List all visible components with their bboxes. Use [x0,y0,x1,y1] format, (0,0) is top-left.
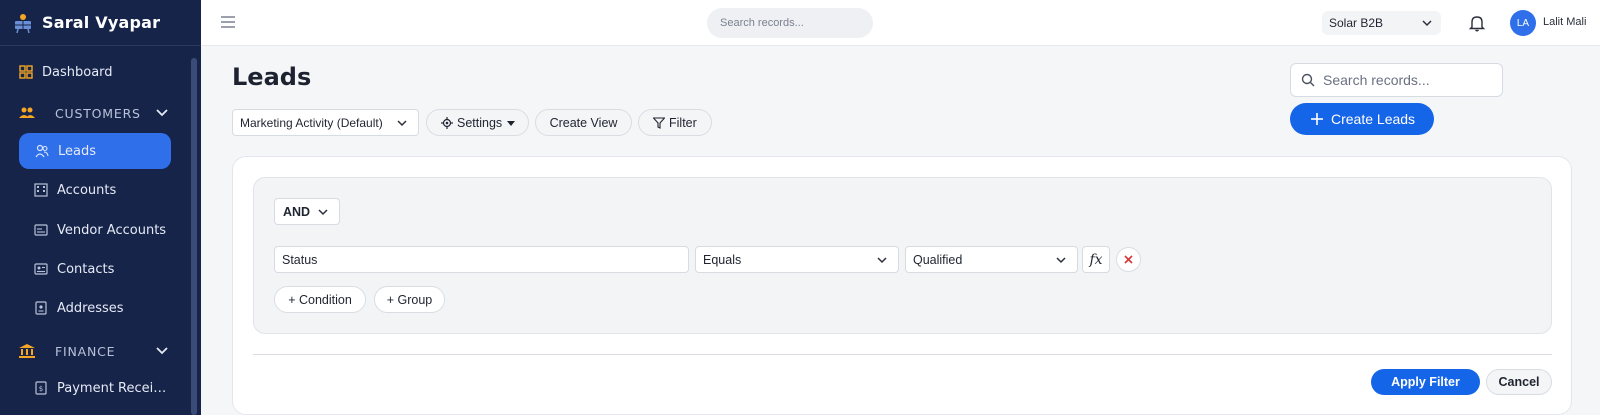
org-select[interactable]: Solar B2B [1322,11,1441,35]
scrollbar-thumb[interactable] [191,58,197,415]
condition-value-select[interactable]: Qualified [905,246,1078,273]
brand-name: Saral Vyapar [42,13,161,32]
cancel-button[interactable]: Cancel [1486,369,1552,395]
sidebar-section-customers[interactable]: CUSTOMERS [19,98,169,128]
receipt-icon: $ [35,381,47,395]
sidebar-section-finance[interactable]: FINANCE [19,336,169,366]
users-icon [35,144,49,158]
close-icon [1124,255,1133,264]
condition-value: Qualified [913,252,963,267]
dashboard-icon [19,65,33,79]
section-label: CUSTOMERS [55,105,141,121]
vendor-card-icon [34,224,48,236]
chevron-down-icon [1056,257,1066,264]
brand-logo-icon [15,13,31,33]
create-leads-button[interactable]: Create Leads [1290,103,1434,135]
add-group-button[interactable]: + Group [374,286,445,313]
topbar: Search records... Solar B2B LA Lalit Mal… [201,0,1600,46]
brand[interactable]: Saral Vyapar [0,0,201,46]
sidebar-item-dashboard[interactable]: Dashboard [19,54,171,90]
sidebar: Saral Vyapar Dashboard CUSTOMERS Leads A… [0,0,201,415]
view-select-value: Marketing Activity (Default) [240,115,383,130]
address-icon [35,301,47,315]
org-select-value: Solar B2B [1329,16,1384,30]
create-view-button[interactable]: Create View [535,109,632,136]
bell-icon[interactable] [1468,14,1486,32]
condition-field-value: Status [282,252,318,267]
remove-condition-button[interactable] [1116,247,1141,272]
formula-button[interactable]: fx [1082,246,1110,273]
filter-button[interactable]: Filter [638,109,712,136]
sidebar-scrollbar[interactable] [191,58,197,415]
divider [253,354,1552,355]
customers-icon [19,107,35,118]
condition-operator-select[interactable]: Equals [695,246,899,273]
apply-filter-button[interactable]: Apply Filter [1371,369,1480,395]
page-title: Leads [232,63,312,91]
sidebar-item-label: Payment Recei… [57,380,167,396]
sidebar-item-label: Vendor Accounts [57,222,167,238]
section-label: FINANCE [55,343,116,359]
sidebar-item-label: Contacts [57,261,115,277]
chevron-down-icon [397,120,407,127]
sidebar-item-label: Leads [58,143,97,159]
sidebar-item-label: Accounts [57,182,117,198]
search-placeholder: Search records... [1323,72,1430,88]
avatar[interactable]: LA [1510,10,1536,36]
sidebar-item-addresses[interactable]: Addresses [34,290,174,326]
chevron-down-icon [1422,20,1432,27]
chevron-down-icon [318,209,328,216]
sidebar-item-accounts[interactable]: Accounts [34,172,174,208]
user-name[interactable]: Lalit Mali [1543,16,1586,28]
settings-label: Settings [457,115,503,130]
gear-icon [441,116,453,129]
contact-card-icon [34,263,48,275]
fx-icon: fx [1089,251,1103,268]
condition-operator-value: Equals [703,252,742,267]
sidebar-item-vendor-accounts[interactable]: Vendor Accounts [34,212,174,248]
records-search-input[interactable]: Search records... [1290,63,1503,97]
sidebar-item-leads[interactable]: Leads [19,133,171,169]
sidebar-item-label: Dashboard [42,64,113,80]
create-view-label: Create View [549,115,618,130]
bank-icon [19,344,35,358]
condition-field-input[interactable]: Status [274,246,689,273]
svg-text:$: $ [39,385,43,393]
chevron-down-icon [877,257,887,264]
caret-down-icon [507,120,516,126]
sidebar-item-label: Addresses [57,300,124,316]
add-condition-button[interactable]: + Condition [274,286,366,313]
create-leads-label: Create Leads [1331,111,1416,127]
filter-label: Filter [669,115,697,130]
search-icon [1301,73,1315,87]
plus-icon [1311,113,1323,125]
menu-icon[interactable] [221,15,235,29]
global-search-input[interactable]: Search records... [707,8,873,38]
building-icon [34,183,48,197]
logic-operator-select[interactable]: AND [274,198,340,225]
filter-icon [653,116,665,129]
sidebar-item-contacts[interactable]: Contacts [34,251,174,287]
sidebar-item-payment-receipts[interactable]: $ Payment Recei… [34,370,174,406]
settings-button[interactable]: Settings [426,109,529,136]
logic-operator-value: AND [283,204,311,219]
chevron-down-icon [156,109,168,117]
chevron-down-icon [156,347,168,355]
view-select[interactable]: Marketing Activity (Default) [232,109,419,136]
